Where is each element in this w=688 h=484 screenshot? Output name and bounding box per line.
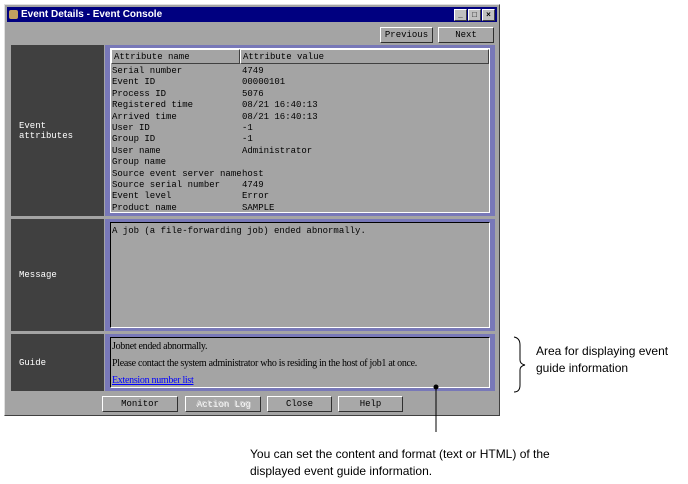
annotation-area: Area for displaying event guide informat… [536,344,669,375]
brace-icon [513,336,526,393]
annotation-lines [433,336,526,432]
annotation-format: You can set the content and format (text… [250,447,550,478]
